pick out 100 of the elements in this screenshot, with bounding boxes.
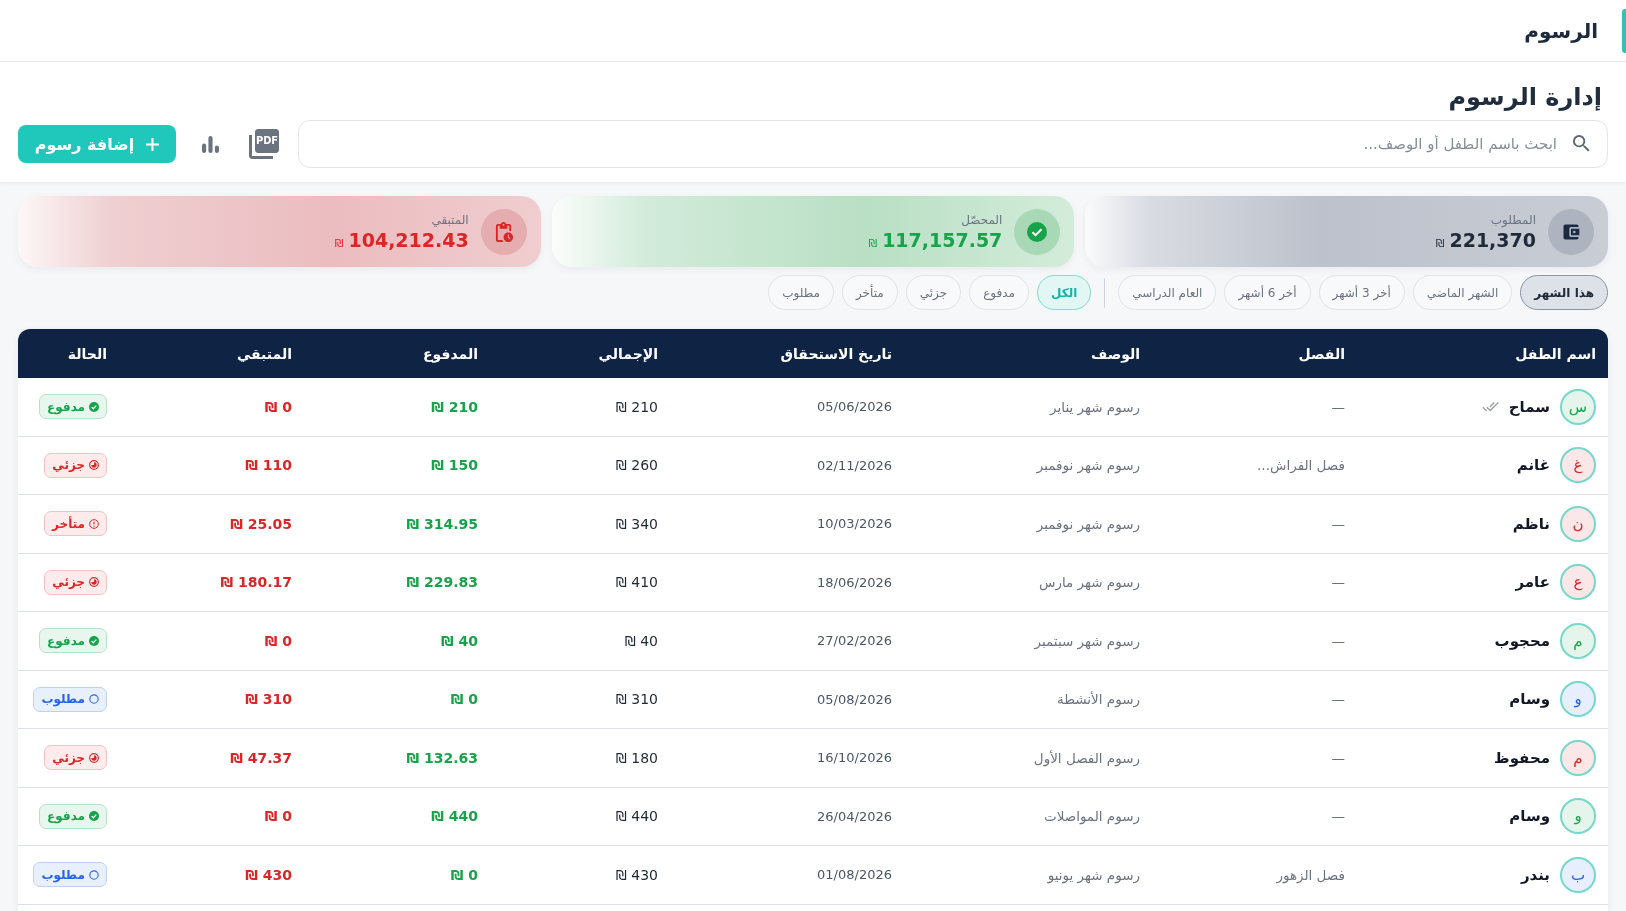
- pie-circle-icon: [89, 577, 99, 588]
- table-cell-text: 210 ₪: [430, 398, 479, 415]
- table-cell-text: 27/02/2026: [816, 633, 893, 649]
- status-label: مدفوع: [47, 809, 85, 824]
- child-name: محفوظ: [1494, 748, 1550, 767]
- status-label: مدفوع: [47, 399, 85, 414]
- child-name: سماح: [1508, 397, 1550, 416]
- wallet-icon: [1548, 208, 1594, 255]
- period-filter-chip[interactable]: العام الدراسي: [1118, 275, 1217, 310]
- status-filter-chip[interactable]: مدفوع: [969, 275, 1029, 310]
- exclamation-circle-icon: [89, 518, 99, 529]
- table-cell-text: 02/11/2026: [816, 457, 893, 473]
- column-header: اسم الطفل: [1514, 345, 1597, 362]
- period-filter-chip[interactable]: أخر 3 أشهر: [1318, 275, 1405, 310]
- table-cell-text: 0 ₪: [263, 632, 293, 649]
- table-cell-text: 40 ₪: [623, 632, 659, 649]
- table-cell-text: 180.17 ₪: [219, 574, 293, 591]
- column-header: تاريخ الاستحقاق: [779, 345, 893, 362]
- column-header: الفصل: [1297, 345, 1346, 362]
- section-heading: إدارة الرسوم: [1447, 82, 1603, 113]
- child-name: وسام: [1509, 690, 1550, 709]
- table-cell-text: 0 ₪: [449, 691, 479, 708]
- avatar: س: [1560, 388, 1596, 425]
- table-cell-text: 0 ₪: [263, 808, 293, 825]
- status-filter-chip[interactable]: متأخر: [842, 275, 898, 310]
- table-cell-text: 0 ₪: [449, 866, 479, 883]
- avatar: و: [1560, 798, 1596, 835]
- avatar: غ: [1560, 447, 1596, 484]
- stat-value: 117,157.57: [882, 228, 1003, 251]
- empty-circle-icon: [89, 694, 99, 705]
- plus-icon: [146, 137, 160, 151]
- table-cell-text: 10/03/2026: [816, 516, 893, 532]
- table-cell-text: 40 ₪: [439, 632, 479, 649]
- currency-symbol: ₪: [1435, 236, 1445, 250]
- status-label: جزئي: [52, 575, 85, 590]
- table-cell-text: 440 ₪: [430, 808, 479, 825]
- stat-value: 221,370: [1449, 228, 1536, 251]
- check-circle-icon: [89, 635, 99, 646]
- status-label: جزئي: [52, 458, 85, 473]
- table-cell-text: 0 ₪: [263, 398, 293, 415]
- table-cell-text: رسوم شهر يونيو: [1046, 866, 1141, 883]
- bar-chart-icon: [201, 135, 219, 153]
- table-cell-text: 150 ₪: [430, 457, 479, 474]
- child-name: ناظم: [1512, 514, 1550, 533]
- period-filter-chip[interactable]: أخر 6 أشهر: [1224, 275, 1311, 310]
- stat-label: المطلوب: [1490, 212, 1536, 227]
- currency-symbol: ₪: [334, 236, 344, 250]
- table-cell-text: 410 ₪: [614, 574, 659, 591]
- table-cell-text: 310 ₪: [614, 691, 659, 708]
- status-filter-chip[interactable]: مطلوب: [768, 275, 834, 310]
- avatar: ن: [1560, 505, 1596, 542]
- avatar: م: [1560, 622, 1596, 659]
- child-name: وسام: [1509, 807, 1550, 826]
- currency-symbol: ₪: [868, 236, 878, 250]
- stat-label: المحصّل: [961, 212, 1003, 227]
- table-cell-text: 110 ₪: [244, 457, 293, 474]
- child-name: عامر: [1515, 573, 1550, 592]
- column-header: الإجمالي: [597, 345, 659, 362]
- table-cell-text: رسوم المواصلات: [1042, 808, 1141, 825]
- table-cell-text: —: [1330, 398, 1346, 415]
- table-cell-text: فصل الزهور: [1275, 866, 1346, 883]
- status-label: مدفوع: [47, 633, 85, 648]
- empty-circle-icon: [89, 869, 99, 880]
- table-cell-text: رسوم شهر يناير: [1048, 398, 1141, 415]
- column-header: الحالة: [66, 345, 108, 362]
- avatar: ع: [1560, 564, 1596, 601]
- table-cell-text: 229.83 ₪: [405, 574, 479, 591]
- child-name: محجوب: [1494, 631, 1550, 650]
- table-cell-text: 47.37 ₪: [229, 749, 293, 766]
- table-cell-text: —: [1330, 632, 1346, 649]
- table-cell-text: رسوم شهر نوفمبر: [1035, 457, 1141, 474]
- column-header: الوصف: [1089, 345, 1141, 362]
- table-cell-text: 18/06/2026: [816, 574, 893, 590]
- table-cell-text: رسوم شهر سبتمبر: [1033, 632, 1141, 649]
- search-icon: [1573, 135, 1590, 152]
- table-cell-text: 310 ₪: [244, 691, 293, 708]
- check-circle-icon: [89, 401, 99, 412]
- table-cell-text: 210 ₪: [614, 398, 659, 415]
- avatar: ب: [1560, 856, 1596, 893]
- period-filter-chip[interactable]: الشهر الماضي: [1412, 275, 1513, 310]
- avatar: م: [1560, 739, 1596, 776]
- table-cell-text: 26/04/2026: [816, 808, 893, 824]
- status-label: جزئي: [52, 750, 85, 765]
- table-cell-text: —: [1330, 808, 1346, 825]
- table-cell-text: فصل الفراش...: [1256, 457, 1346, 474]
- pie-circle-icon: [89, 460, 99, 471]
- table-cell-text: 132.63 ₪: [405, 749, 479, 766]
- period-filter-chip[interactable]: هذا الشهر: [1520, 275, 1608, 310]
- table-cell-text: 25.05 ₪: [229, 515, 293, 532]
- table-cell-text: رسوم شهر نوفمبر: [1035, 515, 1141, 532]
- child-name: بندر: [1520, 865, 1550, 884]
- pie-circle-icon: [89, 752, 99, 763]
- status-filter-chip[interactable]: جزئي: [905, 275, 962, 310]
- table-cell-text: 180 ₪: [614, 749, 659, 766]
- column-header: المتبقي: [235, 345, 293, 362]
- active-indicator: [1622, 8, 1626, 53]
- table-cell-text: 340 ₪: [614, 515, 659, 532]
- table-cell-text: 05/08/2026: [816, 691, 893, 707]
- table-cell-text: —: [1330, 749, 1346, 766]
- table-cell-text: 260 ₪: [614, 457, 659, 474]
